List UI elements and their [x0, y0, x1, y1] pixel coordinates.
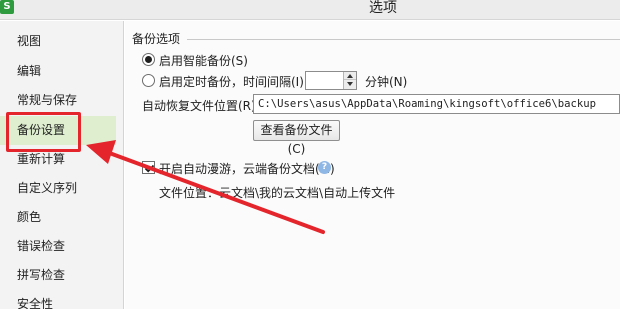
red-annotation-arrow: [86, 140, 325, 234]
